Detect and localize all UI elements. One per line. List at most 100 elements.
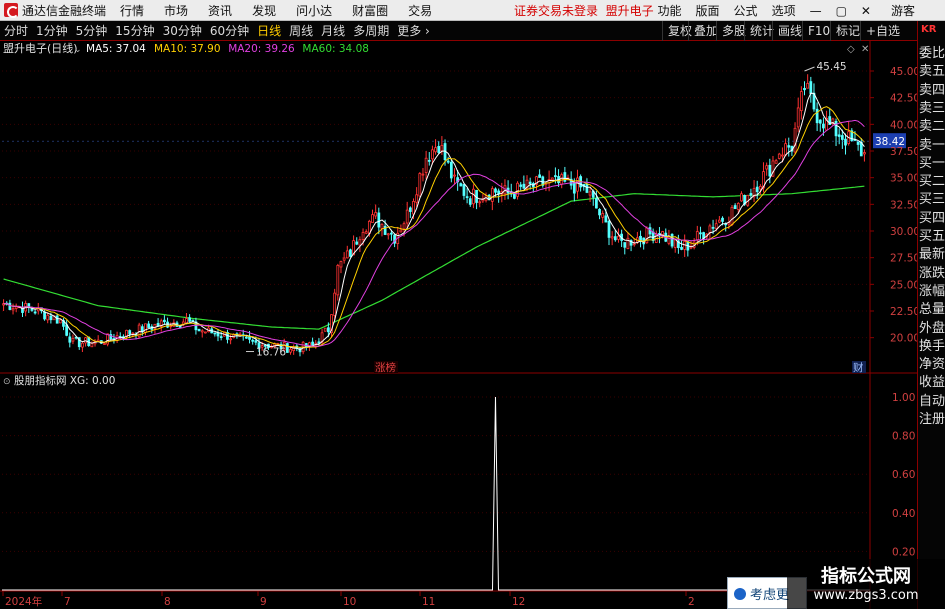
side-tab[interactable]: 卖四 (919, 82, 945, 100)
watermark-url: www.zbgs3.com (813, 588, 919, 603)
tab-1min[interactable]: 1分钟 (32, 22, 72, 39)
tab-15min[interactable]: 15分钟 (111, 22, 158, 39)
gear-icon: ⊙ (3, 377, 11, 387)
side-tab[interactable]: 自动 (919, 393, 945, 411)
menu-wenxiaoda[interactable]: 问小达 (296, 2, 332, 19)
tab-fenshi[interactable]: 分时 (0, 22, 32, 39)
candle-body (623, 242, 627, 248)
chevron-down-icon: ⌄ (74, 45, 82, 55)
menu-gongneng[interactable]: 功能 (658, 2, 682, 19)
tab-weekly[interactable]: 周线 (285, 22, 317, 39)
side-tab[interactable]: 卖五 (919, 63, 945, 81)
menu-caifuquan[interactable]: 财富圈 (352, 2, 388, 19)
candle-body (103, 343, 106, 345)
candle-body (185, 318, 188, 324)
menu-banmian[interactable]: 版面 (696, 2, 720, 19)
sub-y-tick-label: 0.20 (892, 546, 915, 558)
candle-body (755, 186, 759, 193)
side-tab[interactable]: 卖三 (919, 100, 945, 118)
window-minimize-icon[interactable]: — (810, 4, 822, 18)
y-tick-label: 45.00 (890, 66, 917, 78)
candle-body (11, 308, 15, 311)
candle-body (55, 315, 59, 324)
x-tick-label: 9 (260, 596, 267, 608)
add-watchlist-button[interactable]: +自选 (860, 21, 905, 41)
side-tab[interactable]: 总量 (919, 301, 945, 319)
side-tab[interactable]: 收益 (919, 374, 945, 392)
candle-body (434, 147, 437, 153)
candle-body (673, 239, 677, 248)
candle-body (371, 214, 374, 223)
tab-multi-period[interactable]: 多周期 (349, 22, 393, 39)
menu-hangqing[interactable]: 行情 (120, 2, 144, 19)
menu-gongshi[interactable]: 公式 (734, 2, 758, 19)
side-tab[interactable]: 买五 (919, 228, 945, 246)
y-tick-label: 42.50 (890, 93, 917, 105)
chevron-right-icon: › (421, 24, 430, 38)
window-maximize-icon[interactable]: ▢ (836, 4, 847, 18)
main-panel-title: 盟升电子(日线) (3, 41, 78, 55)
tab-more[interactable]: 更多 › (393, 22, 434, 39)
candle-body (323, 327, 327, 332)
candle-body (188, 317, 191, 322)
candle-body (336, 265, 340, 296)
kline-chart[interactable]: 盟升电子(日线)⌄ MA5: 37.04 MA10: 37.90 MA20: 39.2… (0, 41, 917, 609)
tab-5min[interactable]: 5分钟 (72, 22, 112, 39)
x-tick-label: 8 (164, 596, 171, 608)
menu-zixun[interactable]: 资讯 (208, 2, 232, 19)
candle-body (661, 231, 664, 236)
side-tab[interactable]: 买三 (919, 191, 945, 209)
side-tab[interactable]: 买四 (919, 210, 945, 228)
candle-body (494, 188, 497, 193)
info-icon (734, 588, 746, 600)
tab-more-label: 更多 (397, 24, 422, 38)
menu-jiaoyi[interactable]: 交易 (408, 2, 432, 19)
candle-body (472, 188, 475, 205)
tab-60min[interactable]: 60分钟 (206, 22, 253, 39)
tab-monthly[interactable]: 月线 (317, 22, 349, 39)
window-close-icon[interactable]: ✕ (861, 4, 871, 18)
side-tab[interactable]: 涨跌 (919, 265, 945, 283)
tab-30min[interactable]: 30分钟 (159, 22, 206, 39)
menu-faxian[interactable]: 发现 (252, 2, 276, 19)
side-tab[interactable]: 买二 (919, 173, 945, 191)
candle-body (758, 185, 762, 190)
y-tick-label: 37.50 (890, 146, 917, 158)
candle-body (626, 237, 630, 249)
candle-body (191, 319, 195, 322)
x-tick-label: 7 (64, 596, 71, 608)
candle-body (519, 184, 523, 187)
ma-legend-label: MA60: 34.08 (302, 43, 369, 55)
menu-shichang[interactable]: 市场 (164, 2, 188, 19)
y-tick-label: 35.00 (890, 173, 917, 185)
side-tab[interactable]: 外盘 (919, 320, 945, 338)
side-tab[interactable]: 委比 (919, 45, 945, 63)
side-tab[interactable]: 最新 (919, 246, 945, 264)
sub-y-tick-label: 1.00 (892, 392, 915, 404)
candle-body (604, 215, 608, 223)
candle-body (462, 184, 466, 196)
side-tab[interactable]: 注册 (919, 411, 945, 429)
candle-body (859, 141, 863, 157)
side-tab[interactable]: 卖二 (919, 118, 945, 136)
candle-body (402, 223, 406, 230)
candle-body (639, 235, 642, 241)
candle-body (178, 326, 182, 328)
side-tab[interactable]: 卖一 (919, 137, 945, 155)
side-tab[interactable]: 买一 (919, 155, 945, 173)
candle-body (708, 225, 712, 234)
candle-body (342, 257, 346, 261)
side-tab[interactable]: 换手 (919, 338, 945, 356)
candle-body (598, 209, 601, 216)
side-tab[interactable]: 涨幅 (919, 283, 945, 301)
trade-login-warning[interactable]: 证券交易未登录 盟升电子 (514, 2, 654, 19)
tab-daily[interactable]: 日线 (253, 22, 285, 39)
sub-panel-title: 股朋指标网 XG: 0.00 (14, 374, 115, 387)
side-tab[interactable]: 净资 (919, 356, 945, 374)
candle-body (576, 177, 579, 192)
guest-login[interactable]: 游客 (891, 2, 915, 19)
menu-xuanxiang[interactable]: 选项 (772, 2, 796, 19)
candle-body (711, 226, 715, 229)
candle-body (333, 292, 337, 316)
candle-body (695, 231, 699, 241)
